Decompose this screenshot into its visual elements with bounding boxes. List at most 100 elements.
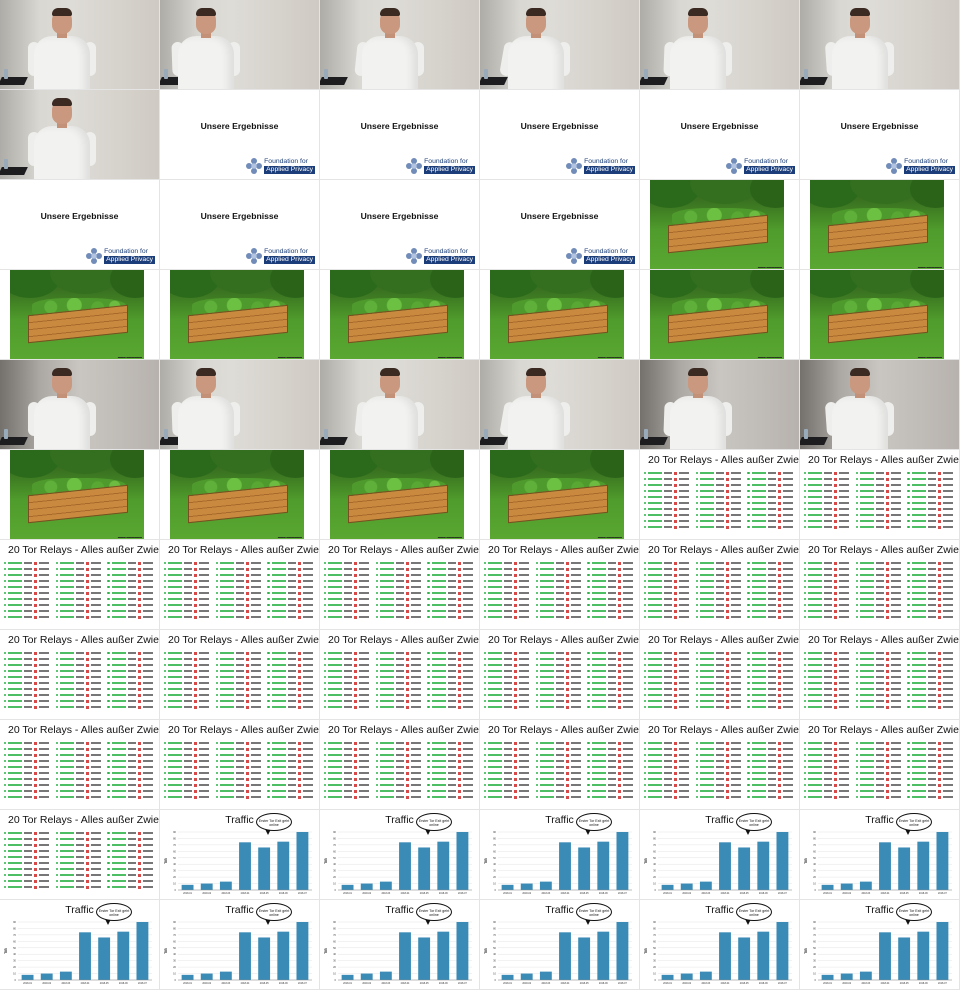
relays-slide-frame[interactable]: 20 Tor Relays - Alles außer Zwiebel bbox=[800, 450, 960, 540]
relays-slide-frame[interactable]: 20 Tor Relays - Alles außer Zwiebel bbox=[640, 450, 800, 540]
traffic-slide-frame[interactable]: Traffic 0 10 20 30 40 50 60 70 80 90 TiB 2018-01 201… bbox=[320, 900, 480, 990]
relays-slide-frame[interactable]: 20 Tor Relays - Alles außer Zwiebel bbox=[320, 720, 480, 810]
speaker-frame[interactable] bbox=[0, 360, 160, 450]
relay-address bbox=[142, 658, 153, 660]
relay-address bbox=[199, 598, 210, 600]
traffic-slide-frame[interactable]: Traffic 0 10 20 30 40 50 60 70 80 90 TiB 2018-01 201… bbox=[160, 900, 320, 990]
relays-slide-frame[interactable]: 20 Tor Relays - Alles außer Zwiebel bbox=[160, 720, 320, 810]
garden-photo-frame[interactable]: ▬▬▬ ▬▬▬▬▬▬ bbox=[480, 270, 640, 360]
relay-address bbox=[302, 790, 313, 792]
relay-name bbox=[751, 658, 766, 660]
title-slide-frame[interactable]: Unsere Ergebnisse Foundation for Applied… bbox=[160, 180, 320, 270]
traffic-slide-frame[interactable]: Traffic 0 10 20 30 40 50 60 70 80 90 TiB 2018-01 201… bbox=[0, 900, 160, 990]
garden-photo-frame[interactable]: ▬▬▬ ▬▬▬▬▬▬ bbox=[640, 270, 800, 360]
speaker-frame[interactable] bbox=[0, 90, 160, 180]
relay-address bbox=[890, 616, 901, 618]
relay-address bbox=[839, 754, 850, 756]
garden-photo-frame[interactable]: ▬▬▬ ▬▬▬▬▬▬ bbox=[640, 180, 800, 270]
title-slide-frame[interactable]: Unsere Ergebnisse Foundation for Applied… bbox=[640, 90, 800, 180]
traffic-slide-frame[interactable]: Traffic 0 10 20 30 40 50 60 70 80 90 TiB 2018-01 201… bbox=[800, 900, 960, 990]
relay-address bbox=[782, 694, 793, 696]
flag-icon bbox=[885, 603, 889, 607]
status-dot-icon bbox=[484, 795, 487, 799]
relay-name bbox=[591, 694, 606, 696]
relay-bandwidth bbox=[715, 688, 724, 690]
traffic-slide-frame[interactable]: Traffic 0 10 20 30 40 50 60 70 80 90 TiB 2018-01 201… bbox=[480, 900, 640, 990]
speaker-frame[interactable] bbox=[640, 0, 800, 90]
relays-slide-frame[interactable]: 20 Tor Relays - Alles außer Zwiebel bbox=[480, 720, 640, 810]
traffic-slide-frame[interactable]: Traffic 0 10 20 30 40 50 60 70 80 90 TiB 2018-01 201… bbox=[320, 810, 480, 900]
relays-slide-frame[interactable]: 20 Tor Relays - Alles außer Zwiebel bbox=[320, 540, 480, 630]
traffic-slide-frame[interactable]: Traffic 0 10 20 30 40 50 60 70 80 90 TiB 2018-01 201… bbox=[160, 810, 320, 900]
relays-slide-frame[interactable]: 20 Tor Relays - Alles außer Zwiebel bbox=[640, 540, 800, 630]
slide-title: 20 Tor Relays - Alles außer Zwiebel bbox=[168, 634, 320, 646]
garden-photo-frame[interactable]: ▬▬▬ ▬▬▬▬▬▬ bbox=[320, 270, 480, 360]
foundation-logo: Foundation for Applied Privacy bbox=[886, 157, 955, 175]
speaker-frame[interactable] bbox=[0, 0, 160, 90]
relays-slide-frame[interactable]: 20 Tor Relays - Alles außer Zwiebel bbox=[480, 630, 640, 720]
relays-slide-frame[interactable]: 20 Tor Relays - Alles außer Zwiebel bbox=[0, 540, 160, 630]
title-slide-frame[interactable]: Unsere Ergebnisse Foundation for Applied… bbox=[0, 180, 160, 270]
traffic-slide-frame[interactable]: Traffic 0 10 20 30 40 50 60 70 80 90 TiB 2018-01 201… bbox=[640, 810, 800, 900]
relay-address bbox=[890, 778, 901, 780]
garden-photo-frame[interactable]: ▬▬▬ ▬▬▬▬▬▬ bbox=[480, 450, 640, 540]
speaker-frame[interactable] bbox=[800, 360, 960, 450]
relays-slide-frame[interactable]: 20 Tor Relays - Alles außer Zwiebel bbox=[800, 540, 960, 630]
relay-name bbox=[859, 520, 874, 522]
relays-slide-frame[interactable]: 20 Tor Relays - Alles außer Zwiebel bbox=[800, 720, 960, 810]
relays-slide-frame[interactable]: 20 Tor Relays - Alles außer Zwiebel bbox=[160, 630, 320, 720]
relays-slide-frame[interactable]: 20 Tor Relays - Alles außer Zwiebel bbox=[0, 720, 160, 810]
relay-bandwidth bbox=[344, 790, 353, 792]
title-slide-frame[interactable]: Unsere Ergebnisse Foundation for Applied… bbox=[320, 90, 480, 180]
traffic-slide-frame[interactable]: Traffic 0 10 20 30 40 50 60 70 80 90 TiB 2018-01 201… bbox=[800, 810, 960, 900]
status-dot-icon bbox=[55, 693, 58, 697]
relays-slide-frame[interactable]: 20 Tor Relays - Alles außer Zwiebel bbox=[640, 720, 800, 810]
relay-name bbox=[379, 784, 394, 786]
status-dot-icon bbox=[427, 609, 430, 613]
relay-address bbox=[142, 652, 153, 654]
relays-slide-frame[interactable]: 20 Tor Relays - Alles außer Zwiebel bbox=[640, 630, 800, 720]
title-slide-frame[interactable]: Unsere Ergebnisse Foundation for Applied… bbox=[800, 90, 960, 180]
relays-slide-frame[interactable]: 20 Tor Relays - Alles außer Zwiebel bbox=[800, 630, 960, 720]
relay-name bbox=[328, 694, 343, 696]
flag-icon bbox=[85, 837, 89, 841]
traffic-slide-frame[interactable]: Traffic 0 10 20 30 40 50 60 70 80 90 TiB 2018-01 201… bbox=[480, 810, 640, 900]
title-slide-frame[interactable]: Unsere Ergebnisse Foundation for Applied… bbox=[320, 180, 480, 270]
title-slide-frame[interactable]: Unsere Ergebnisse Foundation for Applied… bbox=[480, 180, 640, 270]
garden-photo-frame[interactable]: ▬▬▬ ▬▬▬▬▬▬ bbox=[800, 270, 960, 360]
garden-photo-frame[interactable]: ▬▬▬ ▬▬▬▬▬▬ bbox=[800, 180, 960, 270]
relays-slide-frame[interactable]: 20 Tor Relays - Alles außer Zwiebel bbox=[320, 630, 480, 720]
garden-photo-frame[interactable]: ▬▬▬ ▬▬▬▬▬▬ bbox=[0, 270, 160, 360]
relays-slide-frame[interactable]: 20 Tor Relays - Alles außer Zwiebel bbox=[0, 810, 160, 900]
garden-photo-frame[interactable]: ▬▬▬ ▬▬▬▬▬▬ bbox=[160, 450, 320, 540]
relays-slide-frame[interactable]: 20 Tor Relays - Alles außer Zwiebel bbox=[0, 630, 160, 720]
speaker-frame[interactable] bbox=[480, 360, 640, 450]
relay-name bbox=[379, 574, 394, 576]
relay-name bbox=[168, 610, 183, 612]
title-slide-frame[interactable]: Unsere Ergebnisse Foundation for Applied… bbox=[480, 90, 640, 180]
relay-bandwidth bbox=[184, 562, 193, 564]
garden-photo-frame[interactable]: ▬▬▬ ▬▬▬▬▬▬ bbox=[320, 450, 480, 540]
status-dot-icon bbox=[695, 669, 698, 673]
garden-photo-frame[interactable]: ▬▬▬ ▬▬▬▬▬▬ bbox=[160, 270, 320, 360]
relays-slide-frame[interactable]: 20 Tor Relays - Alles außer Zwiebel bbox=[160, 540, 320, 630]
speaker-frame[interactable] bbox=[640, 360, 800, 450]
traffic-slide-frame[interactable]: Traffic 0 10 20 30 40 50 60 70 80 90 TiB 2018-01 201… bbox=[640, 900, 800, 990]
relay-address bbox=[570, 604, 581, 606]
garden-photo-frame[interactable]: ▬▬▬ ▬▬▬▬▬▬ bbox=[0, 450, 160, 540]
relay-list bbox=[324, 740, 476, 800]
title-slide-frame[interactable]: Unsere Ergebnisse Foundation for Applied… bbox=[160, 90, 320, 180]
status-dot-icon bbox=[324, 663, 327, 667]
speaker-frame[interactable] bbox=[160, 0, 320, 90]
speaker-frame[interactable] bbox=[320, 0, 480, 90]
relay-name bbox=[859, 652, 874, 654]
speaker-frame[interactable] bbox=[800, 0, 960, 90]
status-dot-icon bbox=[695, 603, 698, 607]
relay-address bbox=[142, 676, 153, 678]
speaker-frame[interactable] bbox=[160, 360, 320, 450]
relays-slide-frame[interactable]: 20 Tor Relays - Alles außer Zwiebel bbox=[480, 540, 640, 630]
speaker-frame[interactable] bbox=[320, 360, 480, 450]
flag-icon bbox=[194, 585, 198, 589]
relay-name bbox=[168, 772, 183, 774]
speaker-frame[interactable] bbox=[480, 0, 640, 90]
